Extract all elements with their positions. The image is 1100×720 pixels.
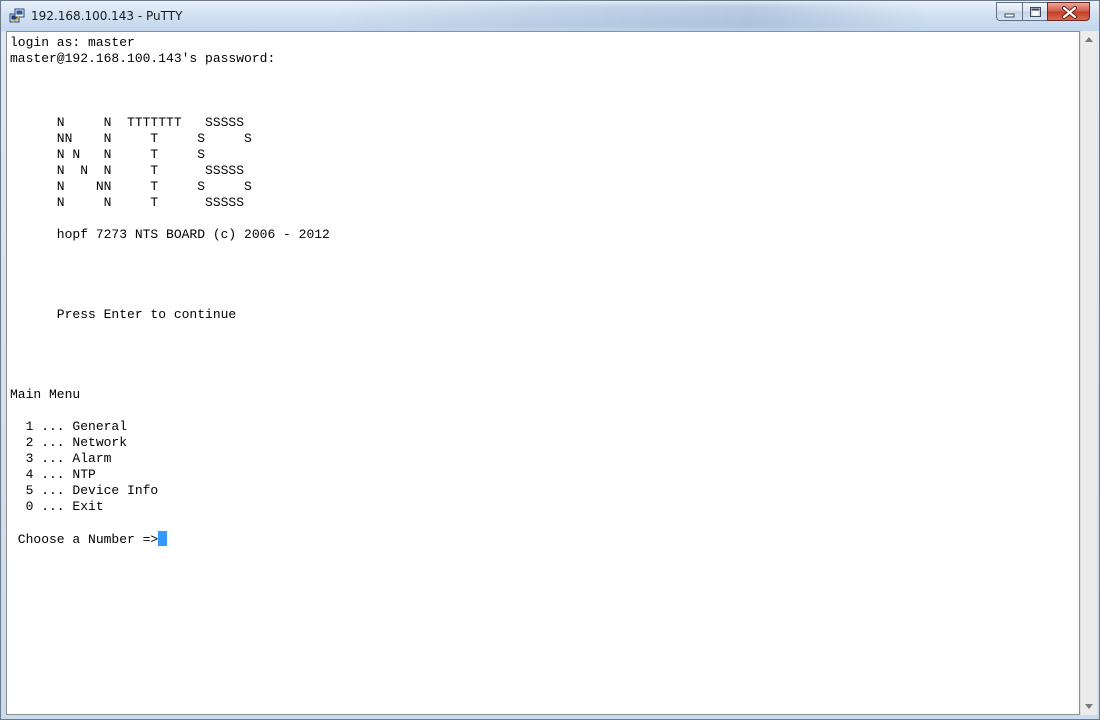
menu-title: Main Menu xyxy=(10,387,81,402)
text-cursor xyxy=(158,531,168,546)
close-icon xyxy=(1062,6,1077,19)
banner-line: N N N T S xyxy=(10,147,206,162)
banner-line: N N TTTTTTT SSSSS xyxy=(10,115,245,130)
banner-line: N NN T S S xyxy=(10,179,252,194)
banner-line: N N N T SSSSS xyxy=(10,163,245,178)
terminal-line: login as: master xyxy=(10,35,135,50)
press-enter-line: Press Enter to continue xyxy=(10,307,237,322)
terminal-area[interactable]: login as: master master@192.168.100.143'… xyxy=(6,31,1080,715)
title-bar[interactable]: 192.168.100.143 - PuTTY xyxy=(1,1,1099,31)
window-title: 192.168.100.143 - PuTTY xyxy=(31,9,183,23)
copyright-line: hopf 7273 NTS BOARD (c) 2006 - 2012 xyxy=(10,227,330,242)
menu-item-network: 2 ... Network xyxy=(10,435,128,450)
minimize-icon xyxy=(1004,13,1015,18)
menu-item-device-info: 5 ... Device Info xyxy=(10,483,159,498)
title-bar-background xyxy=(331,3,931,29)
banner-line: NN N T S S xyxy=(10,131,252,146)
window-controls xyxy=(996,2,1090,21)
scroll-down-button[interactable] xyxy=(1081,698,1097,715)
scroll-up-button[interactable] xyxy=(1081,31,1097,48)
close-button[interactable] xyxy=(1047,2,1090,21)
scroll-down-arrow-icon xyxy=(1085,704,1093,709)
vertical-scrollbar[interactable] xyxy=(1080,31,1097,715)
terminal-line: master@192.168.100.143's password: xyxy=(10,51,276,66)
menu-item-general: 1 ... General xyxy=(10,419,128,434)
terminal-output: login as: master master@192.168.100.143'… xyxy=(10,35,330,548)
menu-item-exit: 0 ... Exit xyxy=(10,499,104,514)
banner-line: N N T SSSSS xyxy=(10,195,245,210)
minimize-button[interactable] xyxy=(996,2,1022,21)
menu-item-alarm: 3 ... Alarm xyxy=(10,451,112,466)
putty-icon[interactable] xyxy=(9,8,25,24)
putty-window: 192.168.100.143 - PuTTY login as: master… xyxy=(0,0,1100,720)
maximize-icon xyxy=(1030,7,1041,17)
maximize-button[interactable] xyxy=(1022,2,1047,21)
scroll-up-arrow-icon xyxy=(1085,37,1093,42)
menu-item-ntp: 4 ... NTP xyxy=(10,467,96,482)
command-prompt: Choose a Number => xyxy=(10,532,159,547)
